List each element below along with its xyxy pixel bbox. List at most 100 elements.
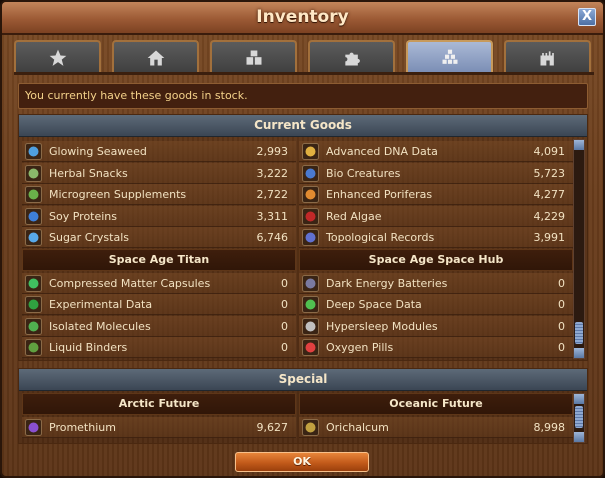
goods-amount: 0: [558, 319, 565, 333]
bio-creatures-icon: [302, 164, 319, 182]
orichalcum-icon: [302, 419, 319, 436]
era-subheader: Arctic Future: [22, 393, 296, 415]
tab-goods[interactable]: [406, 40, 493, 73]
goods-row: Orichalcum 8,998: [299, 417, 573, 438]
goods-row: Deep Space Data 0: [299, 294, 573, 315]
goods-row: Microgreen Supplements 2,722: [22, 184, 296, 205]
goods-row: Liquid Binders 0: [22, 337, 296, 358]
molecules-icon: [25, 317, 42, 335]
scroll-up-arrow-icon[interactable]: [574, 140, 584, 150]
goods-row: Topological Records 3,991: [299, 227, 573, 248]
special-scrollbar[interactable]: [573, 393, 585, 443]
goods-amount: 3,222: [256, 166, 289, 180]
hypersleep-icon: [302, 317, 319, 335]
goods-bricks-icon: [442, 49, 457, 64]
goods-name: Dark Energy Batteries: [326, 276, 448, 290]
poriferas-icon: [302, 186, 319, 203]
tab-castle[interactable]: [504, 40, 591, 73]
goods-row: Compressed Matter Capsules 0: [22, 272, 296, 294]
goods-row: Sugar Crystals 6,746: [22, 227, 296, 248]
goods-name: Hypersleep Modules: [326, 319, 438, 333]
era-subheader: Space Age Titan: [22, 248, 296, 271]
seaweed-icon: [25, 143, 42, 160]
current-goods-right-column: Advanced DNA Data 4,091 Bio Creatures 5,723…: [299, 141, 573, 359]
goods-amount: 0: [281, 298, 288, 311]
goods-row: Soy Proteins 3,311: [22, 205, 296, 227]
herbal-snacks-icon: [25, 164, 42, 182]
tab-puzzle[interactable]: [308, 40, 395, 73]
goods-name: Sugar Crystals: [49, 231, 129, 244]
era-subheader: Oceanic Future: [299, 393, 573, 415]
dna-icon: [302, 143, 319, 160]
capsules-icon: [25, 274, 42, 292]
goods-row: Herbal Snacks 3,222: [22, 162, 296, 184]
oxygen-pills-icon: [302, 339, 319, 356]
puzzle-icon: [344, 52, 360, 65]
goods-amount: 6,746: [256, 231, 289, 244]
goods-row: Bio Creatures 5,723: [299, 162, 573, 184]
microgreen-icon: [25, 186, 42, 203]
goods-amount: 8,998: [533, 421, 566, 434]
window-title: Inventory: [256, 7, 349, 27]
goods-amount: 4,091: [533, 145, 566, 158]
scroll-thumb[interactable]: [575, 406, 583, 428]
tab-house[interactable]: [112, 40, 199, 73]
goods-amount: 3,311: [256, 209, 289, 223]
goods-name: Herbal Snacks: [49, 166, 128, 180]
sugar-crystals-icon: [25, 229, 42, 246]
goods-amount: 2,722: [256, 188, 289, 201]
title-bar: Inventory X: [2, 2, 603, 35]
goods-amount: 0: [558, 276, 565, 290]
goods-row: Glowing Seaweed 2,993: [22, 141, 296, 162]
close-button[interactable]: X: [578, 8, 596, 26]
goods-name: Enhanced Poriferas: [326, 188, 433, 201]
scroll-down-arrow-icon[interactable]: [574, 348, 584, 358]
ok-button[interactable]: OK: [235, 452, 369, 472]
goods-row: Red Algae 4,229: [299, 205, 573, 227]
goods-name: Topological Records: [326, 231, 435, 244]
current-goods-header: Current Goods: [19, 115, 587, 137]
goods-row: Enhanced Poriferas 4,277: [299, 184, 573, 205]
special-right-column: Oceanic Future Orichalcum 8,998: [299, 393, 573, 439]
goods-row: Oxygen Pills 0: [299, 337, 573, 358]
inventory-window: Inventory X You currently have these goo…: [0, 0, 605, 478]
goods-row: Hypersleep Modules 0: [299, 315, 573, 337]
goods-amount: 0: [281, 276, 288, 290]
tab-star[interactable]: [14, 40, 101, 73]
goods-row: Experimental Data 0: [22, 294, 296, 315]
topological-records-icon: [302, 229, 319, 246]
goods-name: Compressed Matter Capsules: [49, 276, 211, 290]
scroll-down-arrow-icon[interactable]: [574, 432, 584, 442]
crates-icon: [246, 50, 261, 65]
category-tabs: [14, 40, 594, 75]
scroll-up-arrow-icon[interactable]: [574, 394, 584, 404]
goods-name: Liquid Binders: [49, 341, 128, 354]
goods-name: Microgreen Supplements: [49, 188, 187, 201]
goods-row: Isolated Molecules 0: [22, 315, 296, 337]
goods-name: Deep Space Data: [326, 298, 422, 311]
current-goods-scrollbar[interactable]: [573, 139, 585, 359]
goods-name: Orichalcum: [326, 421, 389, 434]
goods-name: Isolated Molecules: [49, 319, 151, 333]
goods-name: Oxygen Pills: [326, 341, 394, 354]
goods-row: Promethium 9,627: [22, 417, 296, 438]
deep-space-data-icon: [302, 296, 319, 313]
goods-name: Soy Proteins: [49, 209, 118, 223]
goods-name: Red Algae: [326, 209, 382, 223]
castle-icon: [540, 50, 554, 65]
era-subheader: Space Age Space Hub: [299, 248, 573, 271]
scroll-thumb[interactable]: [575, 322, 583, 344]
goods-amount: 4,229: [533, 209, 566, 223]
goods-amount: 0: [281, 319, 288, 333]
tab-crates[interactable]: [210, 40, 297, 73]
soy-proteins-icon: [25, 207, 42, 225]
goods-name: Promethium: [49, 421, 116, 434]
liquid-binders-icon: [25, 339, 42, 356]
current-goods-panel: Current Goods Glowing Seaweed 2,993 Herbal…: [18, 114, 588, 361]
goods-name: Glowing Seaweed: [49, 145, 147, 158]
red-algae-icon: [302, 207, 319, 225]
goods-amount: 0: [558, 298, 565, 311]
batteries-icon: [302, 274, 319, 292]
house-icon: [147, 50, 164, 65]
tab-divider: [14, 72, 594, 75]
